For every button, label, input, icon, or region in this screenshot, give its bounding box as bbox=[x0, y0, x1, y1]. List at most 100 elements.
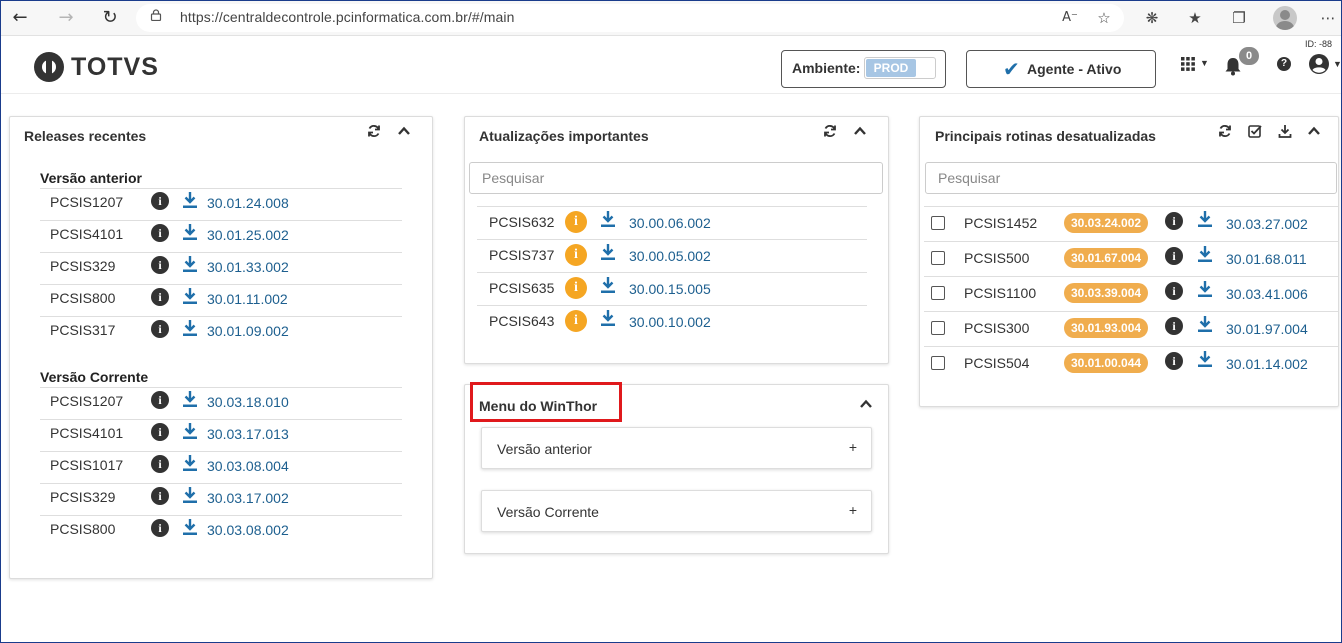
version-link[interactable]: 30.01.33.002 bbox=[207, 259, 289, 275]
user-account-icon[interactable] bbox=[1308, 53, 1330, 75]
info-icon[interactable]: i bbox=[151, 391, 169, 409]
version-link[interactable]: 30.01.25.002 bbox=[207, 227, 289, 243]
row-checkbox[interactable] bbox=[931, 216, 945, 230]
chevron-up-icon[interactable] bbox=[1307, 124, 1321, 138]
info-icon[interactable]: i bbox=[1165, 282, 1183, 300]
latest-version-link[interactable]: 30.03.27.002 bbox=[1226, 216, 1308, 232]
plus-icon[interactable]: + bbox=[849, 439, 857, 455]
routine-code: PCSIS1452 bbox=[964, 215, 1038, 231]
version-link[interactable]: 30.03.18.010 bbox=[207, 394, 289, 410]
download-icon[interactable] bbox=[182, 191, 198, 209]
url-text[interactable]: https://centraldecontrole.pcinformatica.… bbox=[180, 9, 514, 25]
info-icon[interactable]: i bbox=[151, 320, 169, 338]
accordion-versao-anterior[interactable]: Versão anterior + bbox=[481, 427, 872, 469]
download-icon[interactable] bbox=[1197, 245, 1213, 263]
ambiente-toggle[interactable]: PROD bbox=[864, 57, 936, 79]
row-checkbox[interactable] bbox=[931, 251, 945, 265]
agente-status-button[interactable]: ✔ Agente - Ativo bbox=[966, 50, 1156, 88]
info-icon[interactable]: i bbox=[1165, 247, 1183, 265]
info-icon[interactable]: i bbox=[1165, 317, 1183, 335]
chevron-down-icon[interactable]: ▼ bbox=[1333, 59, 1342, 69]
download-icon[interactable] bbox=[1197, 315, 1213, 333]
download-icon[interactable] bbox=[1197, 280, 1213, 298]
favorites-icon[interactable]: ★ bbox=[1183, 6, 1207, 30]
lock-icon[interactable] bbox=[150, 9, 162, 21]
version-link[interactable]: 30.01.11.002 bbox=[207, 291, 288, 307]
outdated-search-input[interactable] bbox=[925, 162, 1337, 194]
info-icon[interactable]: i bbox=[151, 192, 169, 210]
extensions-icon[interactable]: ❋ bbox=[1140, 6, 1164, 30]
download-icon[interactable] bbox=[182, 319, 198, 337]
routine-code: PCSIS504 bbox=[964, 355, 1030, 371]
download-icon[interactable] bbox=[600, 210, 616, 228]
browser-profile-avatar[interactable] bbox=[1273, 6, 1297, 30]
download-icon[interactable] bbox=[600, 276, 616, 294]
download-icon[interactable] bbox=[1197, 350, 1213, 368]
version-link[interactable]: 30.00.10.002 bbox=[629, 314, 711, 330]
version-link[interactable]: 30.03.17.013 bbox=[207, 426, 289, 442]
accordion-versao-corrente[interactable]: Versão Corrente + bbox=[481, 490, 872, 532]
version-link[interactable]: 30.00.06.002 bbox=[629, 215, 711, 231]
info-icon[interactable]: i bbox=[151, 224, 169, 242]
warning-info-icon[interactable]: i bbox=[565, 277, 587, 299]
warning-info-icon[interactable]: i bbox=[565, 211, 587, 233]
chevron-up-icon[interactable] bbox=[859, 397, 873, 411]
latest-version-link[interactable]: 30.01.97.004 bbox=[1226, 321, 1308, 337]
apps-grid-icon[interactable] bbox=[1180, 56, 1196, 72]
info-icon[interactable]: i bbox=[151, 487, 169, 505]
check-square-icon[interactable] bbox=[1248, 124, 1262, 138]
latest-version-link[interactable]: 30.03.41.006 bbox=[1226, 286, 1308, 302]
chevron-up-icon[interactable] bbox=[397, 124, 411, 138]
updates-search-input[interactable] bbox=[469, 162, 883, 194]
routine-code: PCSIS1207 bbox=[50, 194, 124, 210]
info-icon[interactable]: i bbox=[1165, 352, 1183, 370]
info-icon[interactable]: i bbox=[151, 455, 169, 473]
info-icon[interactable]: i bbox=[151, 423, 169, 441]
latest-version-link[interactable]: 30.01.14.002 bbox=[1226, 356, 1308, 372]
plus-icon[interactable]: + bbox=[849, 502, 857, 518]
version-link[interactable]: 30.03.08.004 bbox=[207, 458, 289, 474]
version-link[interactable]: 30.01.24.008 bbox=[207, 195, 289, 211]
collections-icon[interactable]: ❐ bbox=[1227, 6, 1251, 30]
chevron-down-icon[interactable]: ▼ bbox=[1200, 58, 1209, 68]
row-checkbox[interactable] bbox=[931, 356, 945, 370]
version-link[interactable]: 30.03.08.002 bbox=[207, 522, 289, 538]
download-icon[interactable] bbox=[182, 518, 198, 536]
download-icon[interactable] bbox=[182, 390, 198, 408]
version-link[interactable]: 30.00.05.002 bbox=[629, 248, 711, 264]
download-icon[interactable] bbox=[1278, 124, 1292, 138]
info-icon[interactable]: i bbox=[151, 256, 169, 274]
back-arrow-icon[interactable]: ← bbox=[6, 5, 34, 31]
download-icon[interactable] bbox=[182, 454, 198, 472]
info-icon[interactable]: i bbox=[151, 519, 169, 537]
info-icon[interactable]: i bbox=[151, 288, 169, 306]
refresh-icon[interactable] bbox=[367, 124, 381, 138]
refresh-icon[interactable] bbox=[823, 124, 837, 138]
download-icon[interactable] bbox=[600, 309, 616, 327]
download-icon[interactable] bbox=[182, 255, 198, 273]
help-icon[interactable]: ? bbox=[1277, 57, 1291, 71]
download-icon[interactable] bbox=[600, 243, 616, 261]
version-link[interactable]: 30.00.15.005 bbox=[629, 281, 711, 297]
refresh-icon[interactable] bbox=[1218, 124, 1232, 138]
reload-icon[interactable]: ↻ bbox=[96, 5, 124, 31]
browser-menu-icon[interactable]: ⋯ bbox=[1316, 6, 1340, 30]
download-icon[interactable] bbox=[182, 486, 198, 504]
chevron-up-icon[interactable] bbox=[853, 124, 867, 138]
forward-arrow-icon[interactable]: → bbox=[52, 5, 80, 31]
row-checkbox[interactable] bbox=[931, 286, 945, 300]
warning-info-icon[interactable]: i bbox=[565, 244, 587, 266]
read-aloud-icon[interactable]: A⁻ bbox=[1058, 6, 1082, 30]
row-checkbox[interactable] bbox=[931, 321, 945, 335]
favorite-add-icon[interactable]: ☆ bbox=[1092, 6, 1116, 30]
latest-version-link[interactable]: 30.01.68.011 bbox=[1226, 251, 1307, 267]
routine-code: PCSIS737 bbox=[489, 247, 555, 263]
version-link[interactable]: 30.03.17.002 bbox=[207, 490, 289, 506]
warning-info-icon[interactable]: i bbox=[565, 310, 587, 332]
info-icon[interactable]: i bbox=[1165, 212, 1183, 230]
download-icon[interactable] bbox=[182, 223, 198, 241]
download-icon[interactable] bbox=[182, 287, 198, 305]
version-link[interactable]: 30.01.09.002 bbox=[207, 323, 289, 339]
download-icon[interactable] bbox=[1197, 210, 1213, 228]
download-icon[interactable] bbox=[182, 422, 198, 440]
